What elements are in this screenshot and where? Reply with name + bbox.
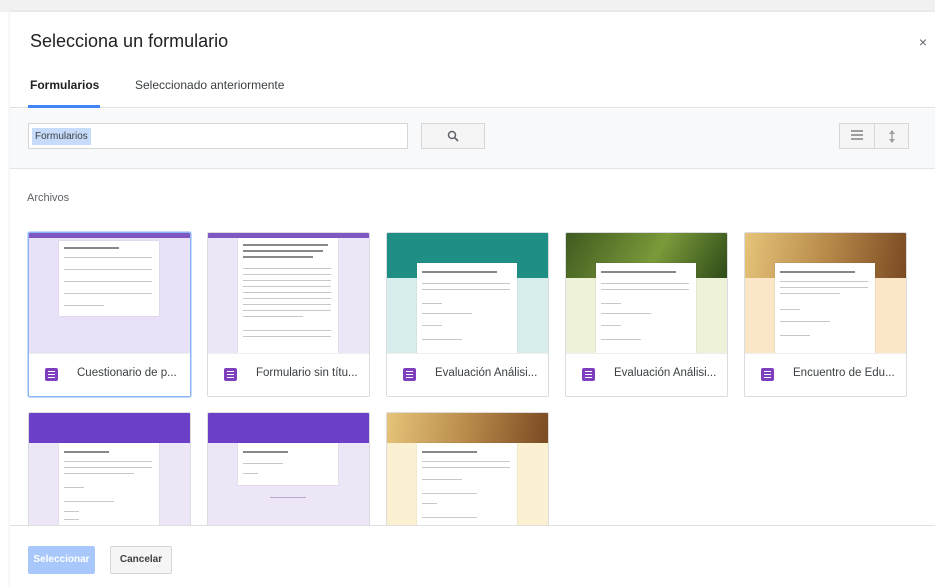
file-card[interactable] bbox=[28, 412, 191, 525]
active-tab-indicator bbox=[28, 105, 100, 108]
search-query-chip: Formularios bbox=[32, 128, 91, 145]
file-name: Formulario sin títu... bbox=[256, 367, 358, 379]
cancel-button[interactable]: Cancelar bbox=[110, 546, 172, 574]
search-toolbar: Formularios bbox=[10, 109, 935, 169]
close-icon[interactable]: × bbox=[919, 34, 927, 50]
form-picker-dialog: Selecciona un formulario × Formularios S… bbox=[10, 12, 935, 587]
section-label-archivos: Archivos bbox=[27, 192, 70, 204]
file-card[interactable]: Formulario sin títu... bbox=[207, 232, 370, 397]
forms-icon bbox=[582, 368, 595, 381]
view-controls bbox=[839, 123, 909, 149]
file-name: Evaluación Análisi... bbox=[614, 367, 717, 379]
form-thumbnail bbox=[29, 413, 190, 525]
forms-icon bbox=[45, 368, 58, 381]
dialog-footer: Seleccionar Cancelar bbox=[10, 525, 935, 587]
forms-icon bbox=[761, 368, 774, 381]
form-thumbnail bbox=[566, 233, 727, 353]
tab-bar: Formularios Seleccionado anteriormente bbox=[10, 70, 935, 108]
sort-button[interactable] bbox=[875, 124, 910, 148]
select-button[interactable]: Seleccionar bbox=[28, 546, 95, 574]
background-strip bbox=[0, 0, 935, 12]
tab-formularios[interactable]: Formularios bbox=[30, 78, 99, 92]
file-name: Encuentro de Edu... bbox=[793, 367, 895, 379]
file-grid-area: Archivos Cuestionario de p... Formulario… bbox=[10, 170, 935, 525]
search-button[interactable] bbox=[421, 123, 485, 149]
forms-icon bbox=[224, 368, 237, 381]
form-thumbnail bbox=[208, 413, 369, 525]
file-card[interactable] bbox=[386, 412, 549, 525]
form-thumbnail bbox=[387, 413, 548, 525]
file-name: Cuestionario de p... bbox=[77, 367, 177, 379]
file-card[interactable]: Cuestionario de p... bbox=[28, 232, 191, 397]
file-card[interactable]: Evaluación Análisi... bbox=[386, 232, 549, 397]
list-view-button[interactable] bbox=[840, 124, 875, 148]
search-icon bbox=[447, 130, 459, 142]
form-thumbnail bbox=[208, 233, 369, 353]
sort-icon bbox=[889, 130, 895, 143]
forms-icon bbox=[403, 368, 416, 381]
tab-seleccionado-anteriormente[interactable]: Seleccionado anteriormente bbox=[135, 78, 284, 92]
file-card[interactable]: Evaluación Análisi... bbox=[565, 232, 728, 397]
form-thumbnail bbox=[745, 233, 906, 353]
file-name: Evaluación Análisi... bbox=[435, 367, 538, 379]
form-thumbnail bbox=[29, 233, 190, 353]
file-card[interactable]: Encuentro de Edu... bbox=[744, 232, 907, 397]
list-view-icon bbox=[851, 130, 863, 140]
file-card[interactable] bbox=[207, 412, 370, 525]
search-input[interactable]: Formularios bbox=[28, 123, 408, 149]
dialog-title: Selecciona un formulario bbox=[30, 31, 229, 51]
form-thumbnail bbox=[387, 233, 548, 353]
